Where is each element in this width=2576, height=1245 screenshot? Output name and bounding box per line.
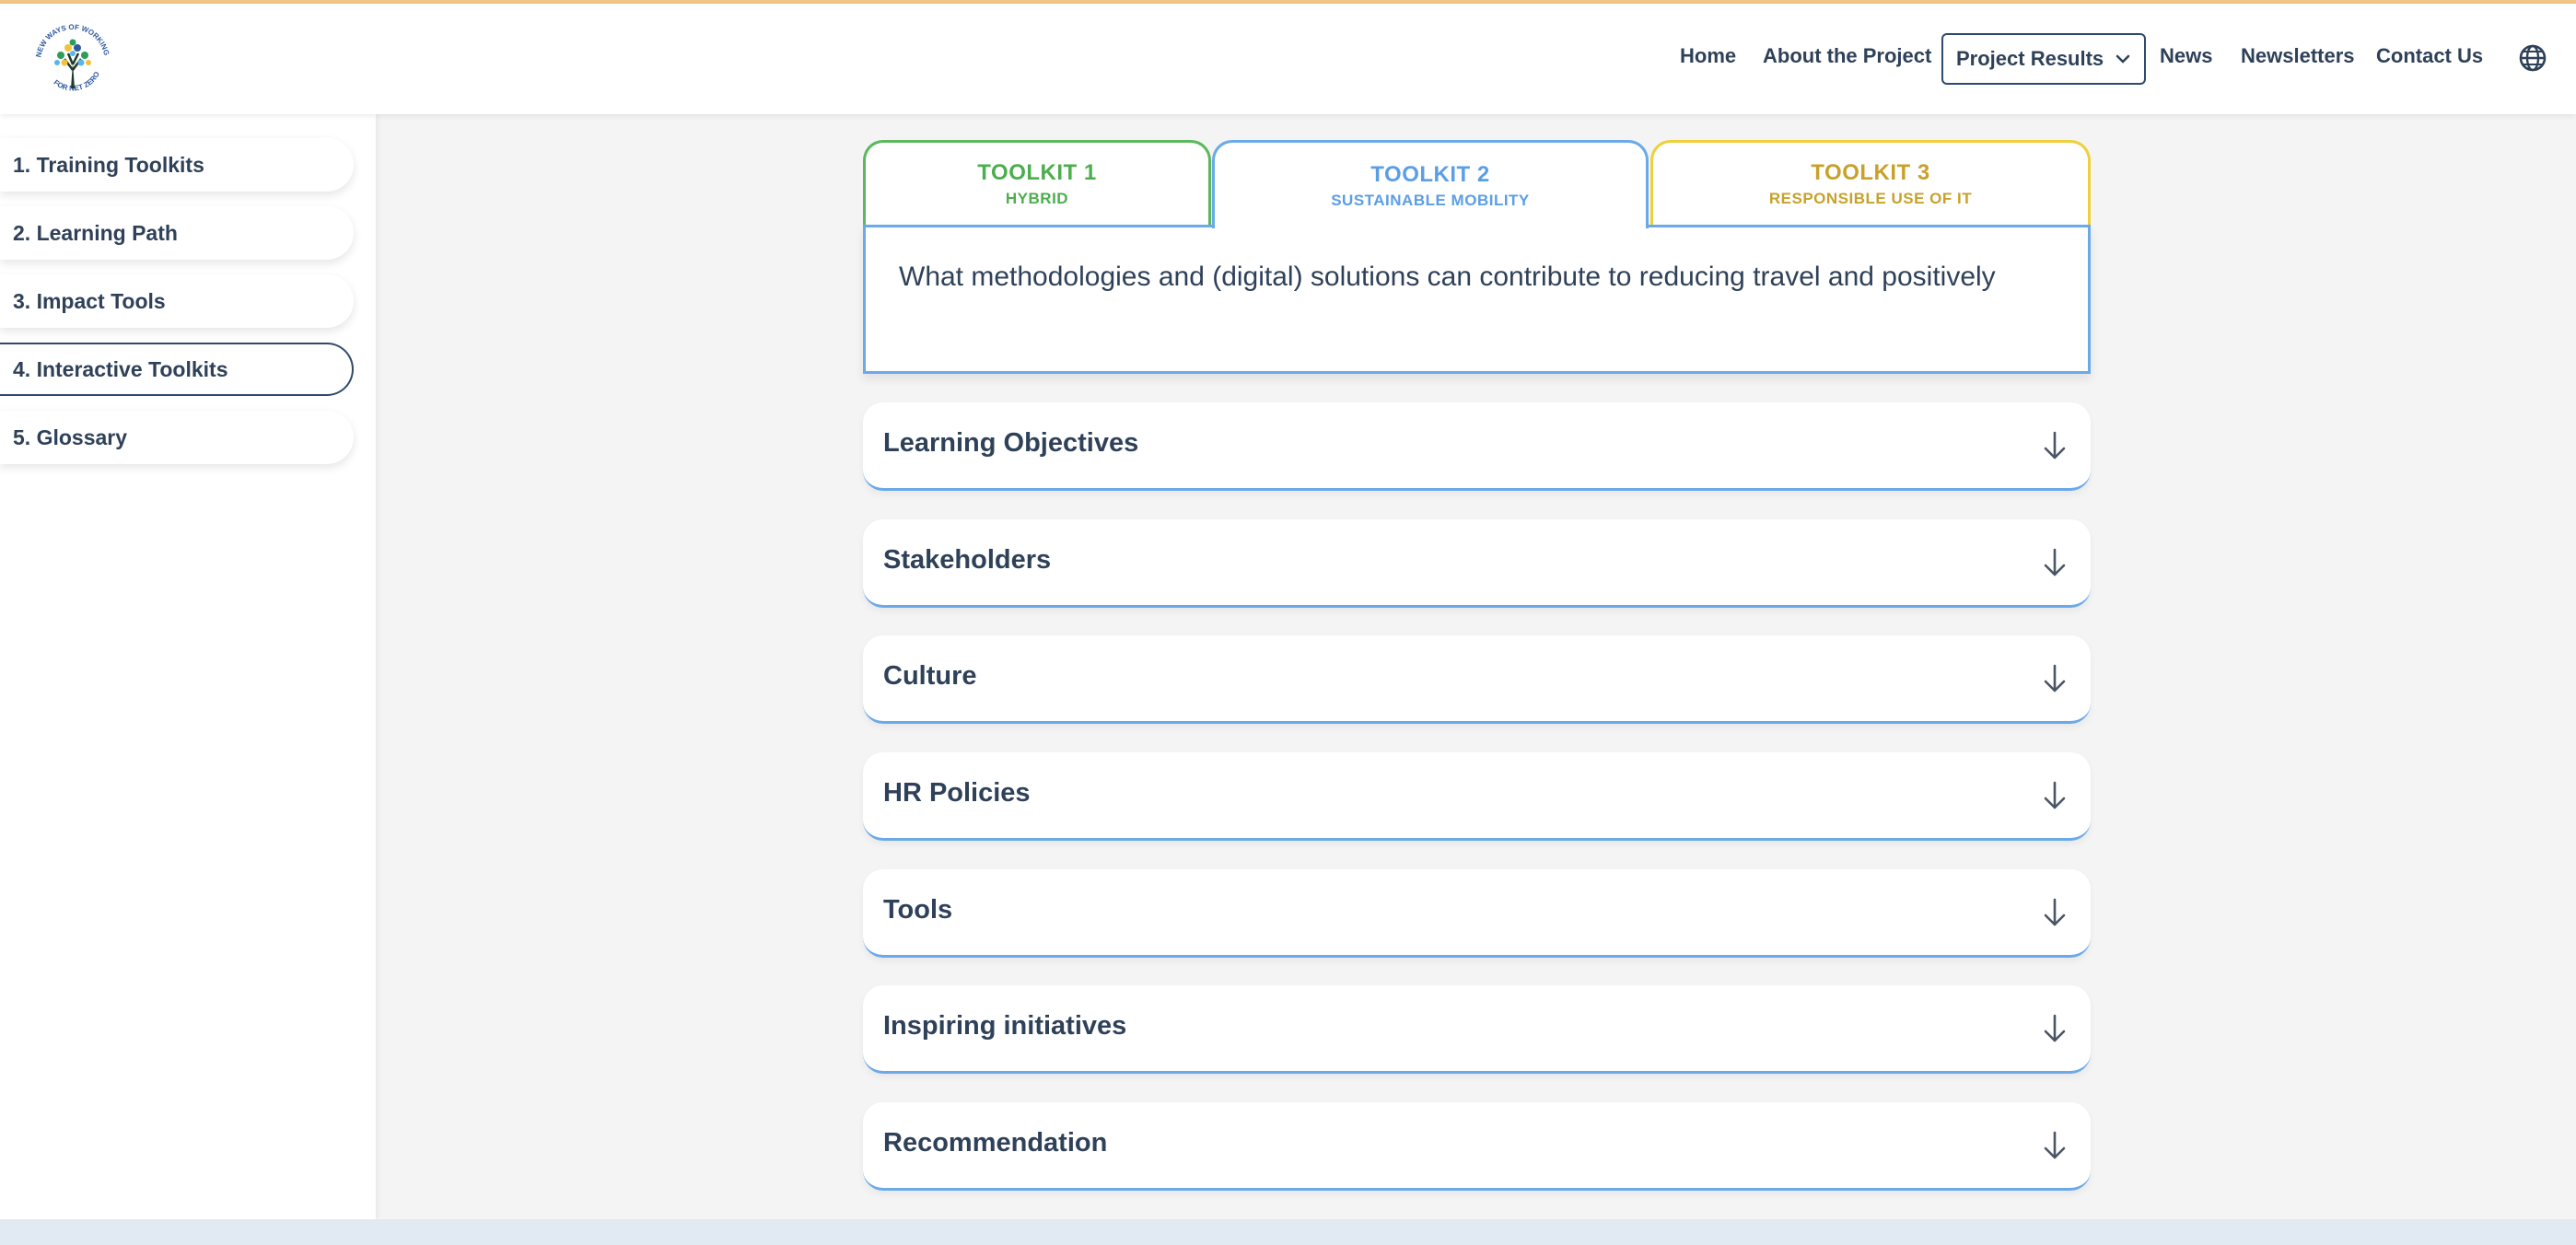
arrow-down-icon: [2044, 548, 2066, 576]
sidebar-item-label: 3. Impact Tools: [13, 288, 166, 313]
toolkit-question-panel: What methodologies and (digital) solutio…: [863, 225, 2091, 374]
sidebar-item-interactive-toolkits[interactable]: 4. Interactive Toolkits: [0, 343, 354, 396]
arrow-down-icon: [2044, 1131, 2066, 1159]
svg-text:FOR NET ZERO: FOR NET ZERO: [52, 70, 101, 92]
tab-toolkit-2[interactable]: TOOLKIT 2 SUSTAINABLE MOBILITY: [1212, 140, 1649, 228]
accordion-stakeholders[interactable]: Stakeholders: [863, 519, 2091, 608]
site-logo[interactable]: NEW WAYS OF WORKING FOR NET ZERO: [28, 17, 118, 107]
accordion-title: Inspiring initiatives: [883, 1011, 1127, 1041]
arrow-down-icon: [2044, 898, 2066, 926]
accordion-hr-policies[interactable]: HR Policies: [863, 752, 2091, 841]
accordion-title: Tools: [883, 895, 953, 925]
footer-band: [0, 1219, 2576, 1245]
chevron-down-icon: [2116, 54, 2130, 64]
accordion-title: HR Policies: [883, 778, 1031, 808]
accordion-culture[interactable]: Culture: [863, 635, 2091, 724]
arrow-down-icon: [2044, 431, 2066, 460]
globe-icon[interactable]: [2517, 42, 2548, 74]
nav-news[interactable]: News: [2160, 44, 2212, 68]
tab-subtitle: RESPONSIBLE USE OF IT: [1768, 189, 1973, 207]
nav-home[interactable]: Home: [1680, 44, 1736, 68]
tab-title: TOOLKIT 2: [1370, 161, 1490, 187]
sidebar-item-learning-path[interactable]: 2. Learning Path: [0, 206, 354, 260]
sidebar-item-glossary[interactable]: 5. Glossary: [0, 411, 354, 464]
accordion-recommendation[interactable]: Recommendation: [863, 1102, 2091, 1191]
tree-logo-icon: NEW WAYS OF WORKING FOR NET ZERO: [34, 23, 111, 93]
accordion-learning-objectives[interactable]: Learning Objectives: [863, 402, 2091, 491]
arrow-down-icon: [2044, 1014, 2066, 1042]
tab-subtitle: HYBRID: [1005, 189, 1069, 207]
sidebar-item-label: 2. Learning Path: [13, 220, 178, 245]
accordion-title: Recommendation: [883, 1128, 1108, 1158]
nav-newsletters[interactable]: Newsletters: [2241, 44, 2355, 68]
accordion-title: Stakeholders: [883, 545, 1052, 575]
site-header: NEW WAYS OF WORKING FOR NET ZERO Home Ab…: [0, 4, 2576, 114]
accordion-title: Learning Objectives: [883, 428, 1139, 458]
arrow-down-icon: [2044, 781, 2066, 809]
accordion-inspiring-initiatives[interactable]: Inspiring initiatives: [863, 985, 2091, 1074]
accordion-title: Culture: [883, 661, 977, 691]
tab-title: TOOLKIT 3: [1811, 159, 1930, 185]
nav-contact-us[interactable]: Contact Us: [2376, 44, 2483, 68]
sidebar-item-label: 5. Glossary: [13, 425, 128, 449]
arrow-down-icon: [2044, 664, 2066, 692]
toolkit-question: What methodologies and (digital) solutio…: [899, 262, 1996, 292]
sidebar-item-label: 4. Interactive Toolkits: [13, 356, 228, 381]
sidebar-item-label: 1. Training Toolkits: [13, 152, 204, 177]
tab-toolkit-1[interactable]: TOOLKIT 1 HYBRID: [863, 140, 1211, 225]
accordion-tools[interactable]: Tools: [863, 869, 2091, 958]
tab-toolkit-3[interactable]: TOOLKIT 3 RESPONSIBLE USE OF IT: [1650, 140, 2091, 225]
tab-subtitle: SUSTAINABLE MOBILITY: [1331, 191, 1530, 209]
tab-title: TOOLKIT 1: [977, 159, 1097, 185]
nav-project-results-dropdown[interactable]: Project Results: [1941, 33, 2147, 85]
dropdown-label: Project Results: [1956, 47, 2104, 70]
sidebar: 1. Training Toolkits 2. Learning Path 3.…: [0, 114, 376, 1219]
sidebar-item-training-toolkits[interactable]: 1. Training Toolkits: [0, 138, 354, 192]
nav-about-project[interactable]: About the Project: [1763, 44, 1931, 68]
sidebar-item-impact-tools[interactable]: 3. Impact Tools: [0, 274, 354, 328]
